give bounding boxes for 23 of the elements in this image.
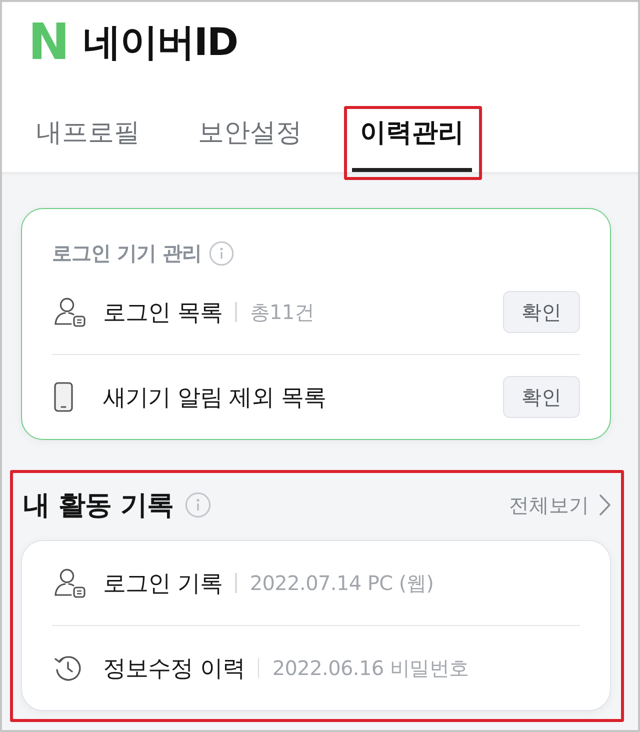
card-title: 로그인 기기 관리 [52,240,202,266]
info-icon[interactable] [209,240,234,266]
view-all-link[interactable]: 전체보기 [509,492,611,518]
phone-icon [54,382,73,412]
logo-mark: N [28,17,69,67]
row-label: 로그인 기록 [103,570,222,598]
row-detail: 총11건 [250,298,314,326]
confirm-button[interactable]: 확인 [503,291,580,333]
row-label: 새기기 알림 제외 목록 [103,384,326,412]
row-detail: 2022.07.14 PC (웹) [250,570,434,596]
tab[interactable]: 내프로필 [28,108,148,172]
row-label: 정보수정 이력 [103,654,245,684]
user-list-icon [54,297,86,327]
row-label: 로그인 목록 [103,298,222,328]
confirm-button[interactable]: 확인 [503,376,580,418]
row-detail: 2022.06.16 비밀번호 [272,654,469,682]
chevron-right-icon [599,494,611,516]
info-icon[interactable] [185,492,212,518]
service-title: 네이버ID [82,20,238,64]
section-title: 내 활동 기록 [23,489,174,523]
tab[interactable]: 보안설정 [190,108,310,172]
user-list-icon [54,568,86,598]
history-icon [54,654,82,682]
